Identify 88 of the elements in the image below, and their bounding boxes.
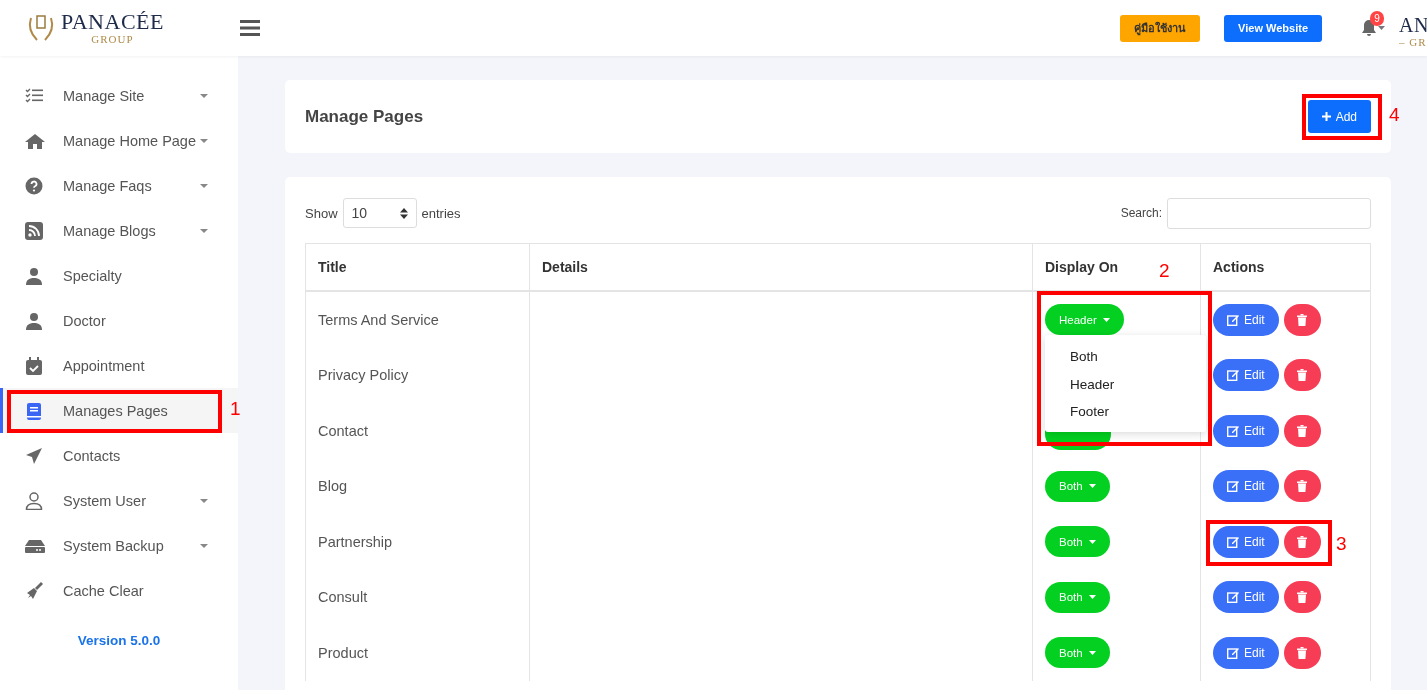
menu-icon[interactable]: [240, 20, 260, 36]
home-icon: [25, 131, 45, 150]
delete-button[interactable]: [1283, 470, 1321, 503]
edit-button[interactable]: Edit: [1213, 636, 1279, 669]
caret-icon: [1088, 650, 1096, 655]
delete-button[interactable]: [1283, 581, 1321, 614]
trash-icon: [1297, 591, 1308, 604]
add-button[interactable]: Add: [1307, 100, 1371, 133]
trash-icon: [1297, 646, 1308, 659]
edit-icon: [1227, 480, 1239, 493]
manual-button[interactable]: คู่มือใช้งาน: [1120, 14, 1201, 42]
user-outline-icon: [25, 491, 45, 510]
version-text: Version 5.0.0: [76, 633, 162, 648]
column-header: Details: [529, 243, 1033, 291]
sidebar-item[interactable]: System User: [0, 478, 238, 523]
trash-icon: [1297, 369, 1308, 382]
column-header: Title: [305, 243, 530, 291]
entries-label: entries: [421, 205, 461, 221]
table-cell: Partnership: [305, 514, 530, 570]
edit-button[interactable]: Edit: [1213, 359, 1279, 392]
list-icon: [25, 86, 45, 105]
edit-button[interactable]: Edit: [1213, 470, 1279, 503]
edit-button[interactable]: Edit: [1213, 414, 1279, 447]
sidebar-item[interactable]: Doctor: [0, 298, 238, 343]
user-icon: [25, 266, 45, 285]
plus-icon: [1321, 112, 1331, 121]
edit-icon: [1227, 591, 1239, 604]
caret-icon: [1088, 484, 1096, 489]
sidebar-item[interactable]: Manage Faqs: [0, 163, 238, 208]
annotation-number: 2: [1159, 260, 1170, 282]
broom-icon: [25, 581, 45, 600]
annotation-number: 1: [230, 398, 241, 420]
sidebar-item[interactable]: Manage Blogs: [0, 208, 238, 253]
sidebar-item[interactable]: Cache Clear: [0, 568, 238, 613]
page-size-select[interactable]: 10: [342, 198, 417, 228]
edit-icon: [1227, 424, 1239, 437]
edit-icon: [1227, 313, 1239, 326]
column-header: Actions: [1200, 243, 1371, 291]
sidebar-item[interactable]: Specialty: [0, 253, 238, 298]
caret-icon: [1088, 539, 1096, 544]
search-label: Search:: [1120, 206, 1162, 220]
delete-button[interactable]: [1283, 525, 1321, 558]
sidebar-item[interactable]: System Backup: [0, 523, 238, 568]
trash-icon: [1297, 424, 1308, 437]
paper-plane-icon: [25, 446, 45, 465]
menu-item[interactable]: Footer: [1045, 398, 1206, 426]
logo-subtitle: GROUP: [91, 33, 134, 45]
sidebar-item[interactable]: Appointment: [0, 343, 238, 388]
table-cell: Contact: [305, 403, 530, 459]
menu-item[interactable]: Header: [1045, 370, 1206, 399]
menu-item[interactable]: Both: [1045, 343, 1206, 371]
sidebar-item[interactable]: Manage Home Page: [0, 118, 238, 163]
table-cell: Blog: [305, 458, 530, 514]
sort-icon: [399, 207, 408, 219]
edit-button[interactable]: Edit: [1213, 525, 1279, 558]
edit-icon: [1227, 535, 1239, 548]
table-cell: Privacy Policy: [305, 347, 530, 403]
delete-button[interactable]: [1283, 359, 1321, 392]
show-label: Show: [305, 205, 338, 221]
table-cell: Consult: [305, 569, 530, 625]
user-icon: [25, 311, 45, 330]
calendar-icon: [25, 356, 45, 375]
edit-button[interactable]: Edit: [1213, 303, 1279, 336]
sidebar-item[interactable]: Contacts: [0, 433, 238, 478]
notification-badge: 9: [1370, 11, 1384, 26]
delete-button[interactable]: [1283, 636, 1321, 669]
table-cell: Terms And Service: [305, 291, 530, 348]
edit-icon: [1227, 369, 1239, 382]
search-field[interactable]: [1167, 197, 1371, 229]
delete-button[interactable]: [1283, 414, 1321, 447]
logo-subtitle: – GR: [1399, 36, 1427, 48]
annotation-number: 4: [1389, 104, 1400, 126]
delete-button[interactable]: [1283, 303, 1321, 336]
trash-icon: [1297, 480, 1308, 493]
question-icon: [25, 176, 45, 195]
annotation-number: 3: [1336, 533, 1347, 555]
edit-icon: [1227, 646, 1239, 659]
sidebar-item[interactable]: Manage Site: [0, 73, 238, 118]
trash-icon: [1297, 535, 1308, 548]
caret-icon: [1102, 317, 1110, 322]
logo-text: PANACÉE: [61, 11, 164, 33]
table-cell: Product: [305, 625, 530, 681]
trash-icon: [1297, 313, 1308, 326]
caret-icon: [1088, 595, 1096, 600]
view-website-button[interactable]: View Website: [1224, 14, 1322, 42]
rss-icon: [25, 221, 45, 240]
edit-button[interactable]: Edit: [1213, 581, 1279, 614]
page-title: Manage Pages: [305, 106, 424, 127]
